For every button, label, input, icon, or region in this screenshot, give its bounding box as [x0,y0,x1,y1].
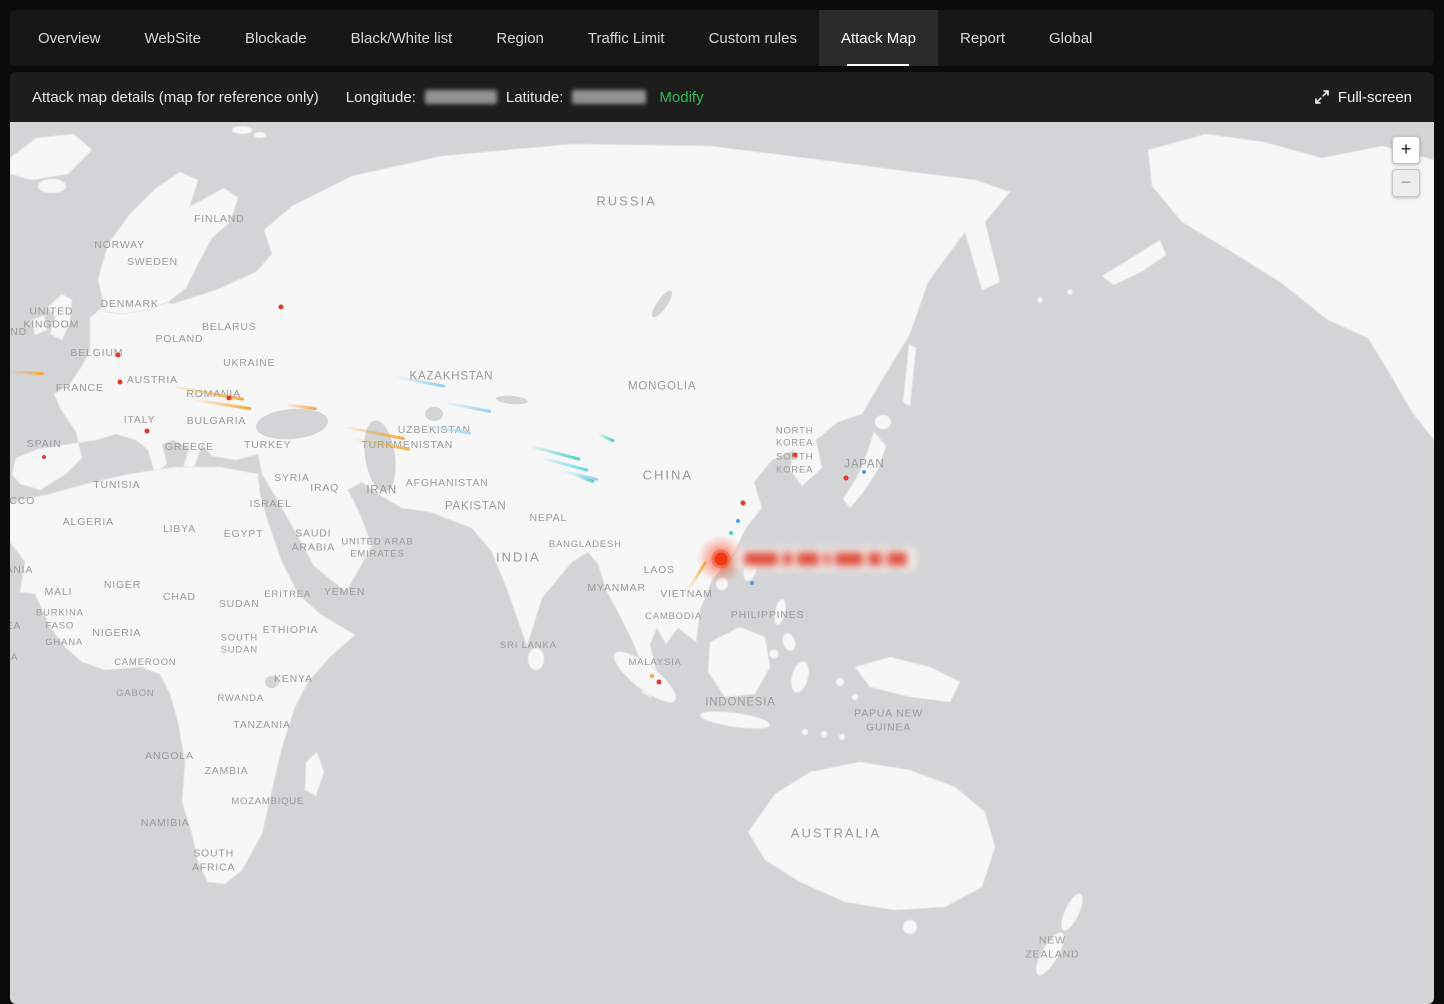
latitude-value-redacted [572,90,646,104]
tab-blockade[interactable]: Blockade [223,10,329,66]
fullscreen-label: Full-screen [1338,89,1412,106]
longitude-label: Longitude: [346,89,416,106]
toolbar-title: Attack map details (map for reference on… [32,89,319,106]
tab-website[interactable]: WebSite [123,10,223,66]
nav-tabs: OverviewWebSiteBlockadeBlack/White listR… [10,10,1434,66]
map-panel: Attack map details (map for reference on… [10,72,1434,1004]
fullscreen-button[interactable]: Full-screen [1314,89,1412,106]
zoom-out-button[interactable]: − [1392,169,1420,197]
tab-attack-map[interactable]: Attack Map [819,10,938,66]
tab-black-white-list[interactable]: Black/White list [329,10,475,66]
modify-link[interactable]: Modify [659,89,703,106]
attack-map[interactable]: + − RUSSIAFINLANDNORWAYSWEDENDENMARKUNIT… [10,122,1434,1004]
zoom-control: + − [1392,136,1420,197]
world-map-graphic [10,122,1434,1004]
latitude-label: Latitude: [506,89,564,106]
tab-overview[interactable]: Overview [16,10,123,66]
tab-traffic-limit[interactable]: Traffic Limit [566,10,687,66]
tab-report[interactable]: Report [938,10,1027,66]
longitude-value-redacted [425,90,497,104]
attack-map-page: OverviewWebSiteBlockadeBlack/White listR… [0,0,1444,1004]
tab-custom-rules[interactable]: Custom rules [687,10,819,66]
tab-region[interactable]: Region [474,10,566,66]
map-toolbar: Attack map details (map for reference on… [10,72,1434,122]
tab-global[interactable]: Global [1027,10,1114,66]
fullscreen-icon [1314,89,1330,105]
zoom-in-button[interactable]: + [1392,136,1420,164]
